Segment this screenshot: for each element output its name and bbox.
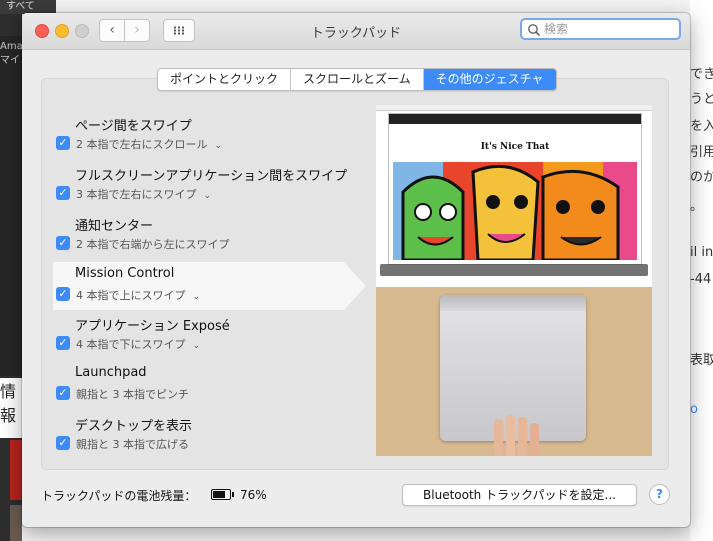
gesture-row-notification-center[interactable]: ✓ 通知センター 2 本指で右端から左にスワイプ	[52, 211, 362, 261]
checkbox-checked[interactable]: ✓	[56, 287, 70, 301]
background-text: o	[690, 402, 698, 417]
gesture-option-text: 4 本指で下にスワイプ	[76, 338, 186, 351]
background-text: 表取	[690, 353, 713, 368]
chevron-down-icon: ⌄	[192, 341, 201, 351]
gesture-row-show-desktop[interactable]: ✓ デスクトップを表示 親指と 3 本指で広げる	[52, 411, 362, 461]
gesture-row-swipe-pages[interactable]: ✓ ページ間をスワイプ 2 本指で左右にスクロール ⌄	[52, 111, 362, 161]
gesture-option-popup[interactable]: 2 本指で左右にスクロール ⌄	[76, 136, 222, 152]
gesture-label: ページ間をスワイプ	[75, 119, 192, 134]
gesture-label: 通知センター	[75, 219, 154, 234]
background-text: を入	[690, 119, 713, 134]
preview-site-title: It's Nice That	[480, 142, 550, 152]
preview-illustration	[393, 162, 637, 260]
checkbox-checked[interactable]: ✓	[56, 186, 70, 200]
help-button[interactable]: ?	[649, 484, 670, 505]
preview-menubar	[376, 105, 652, 111]
battery-label: トラックパッドの電池残量：	[41, 489, 197, 503]
gesture-row-swipe-fullscreen-apps[interactable]: ✓ フルスクリーンアプリケーション間をスワイプ 3 本指で左右にスワイプ ⌄	[52, 161, 362, 211]
battery-icon	[211, 489, 234, 500]
background-text: のか	[690, 170, 713, 185]
background-app-right: でき うと を入 引用 のか 。 il in -44 表取 o	[690, 0, 713, 541]
tab-bar: ポイントとクリック スクロールとズーム その他のジェスチャ	[157, 68, 557, 91]
preview-browser-toolbar	[389, 114, 641, 124]
gesture-label: フルスクリーンアプリケーション間をスワイプ	[75, 169, 348, 184]
tab-scroll-and-zoom[interactable]: スクロールとズーム	[291, 69, 424, 90]
gesture-preview-video: It's Nice That	[376, 105, 652, 456]
gesture-option-text: 親指と 3 本指で広げる	[76, 438, 189, 451]
background-sidebar: Ama マイ	[0, 36, 23, 376]
battery-percentage: 76%	[240, 488, 267, 502]
background-text: マイ	[0, 55, 20, 66]
title-bar[interactable]: ‹ › トラックパッド	[22, 13, 690, 50]
background-tab-all: すべて	[0, 0, 56, 14]
gesture-option-text: 3 本指で左右にスワイプ	[76, 188, 197, 201]
preview-browser-window: It's Nice That	[388, 113, 642, 265]
background-text: 。	[690, 199, 704, 214]
gesture-option-text: 4 本指で上にスワイプ	[76, 289, 186, 302]
background-image	[10, 440, 22, 500]
background-text: でき	[690, 67, 713, 82]
battery-level-fill	[213, 491, 226, 498]
chevron-down-icon: ⌄	[203, 191, 212, 201]
checkbox-checked[interactable]: ✓	[56, 386, 70, 400]
gesture-label: アプリケーション Exposé	[75, 319, 230, 334]
gesture-option-popup[interactable]: 3 本指で左右にスワイプ ⌄	[76, 186, 211, 202]
gesture-row-mission-control[interactable]: ✓ Mission Control 4 本指で上にスワイプ ⌄	[53, 262, 366, 310]
gesture-row-app-expose[interactable]: ✓ アプリケーション Exposé 4 本指で下にスワイプ ⌄	[52, 311, 362, 361]
preview-screen: It's Nice That	[376, 105, 652, 287]
preview-hand	[494, 415, 539, 456]
background-text: il in	[690, 245, 713, 260]
trackpad-preferences-window: ‹ › トラックパッド ポイントとクリック スクロールとズーム その他のジェスチ…	[22, 13, 690, 527]
gesture-label: Mission Control	[75, 266, 175, 281]
background-text: 引用	[690, 145, 713, 160]
background-image	[10, 505, 22, 541]
gesture-row-launchpad[interactable]: ✓ Launchpad 親指と 3 本指でピンチ	[52, 361, 362, 411]
tab-more-gestures[interactable]: その他のジェスチャ	[423, 69, 556, 90]
gesture-option-popup[interactable]: 4 本指で下にスワイプ ⌄	[76, 336, 200, 352]
checkbox-checked[interactable]: ✓	[56, 136, 70, 150]
preview-dock	[380, 264, 648, 276]
tab-point-and-click[interactable]: ポイントとクリック	[158, 69, 292, 90]
gesture-option-text: 2 本指で左右にスクロール	[76, 138, 208, 151]
chevron-down-icon: ⌄	[214, 141, 223, 151]
gesture-option-text: 2 本指で右端から左にスワイプ	[76, 238, 230, 251]
search-icon	[528, 24, 541, 37]
setup-bluetooth-trackpad-button[interactable]: Bluetooth トラックパッドを設定...	[402, 484, 637, 506]
gesture-option-popup[interactable]: 4 本指で上にスワイプ ⌄	[76, 287, 200, 303]
background-text: Ama	[0, 41, 23, 52]
checkbox-checked[interactable]: ✓	[56, 436, 70, 450]
background-heading: 情報	[0, 378, 22, 438]
gesture-option-text: 親指と 3 本指でピンチ	[76, 388, 189, 401]
background-text: -44	[690, 272, 712, 287]
chevron-down-icon: ⌄	[192, 292, 201, 302]
checkbox-checked[interactable]: ✓	[56, 336, 70, 350]
background-text: うと	[690, 92, 713, 107]
checkbox-checked[interactable]: ✓	[56, 236, 70, 250]
gesture-label: デスクトップを表示	[75, 419, 193, 434]
gesture-label: Launchpad	[75, 365, 147, 380]
search-field[interactable]	[520, 18, 681, 40]
search-input[interactable]	[544, 21, 674, 37]
